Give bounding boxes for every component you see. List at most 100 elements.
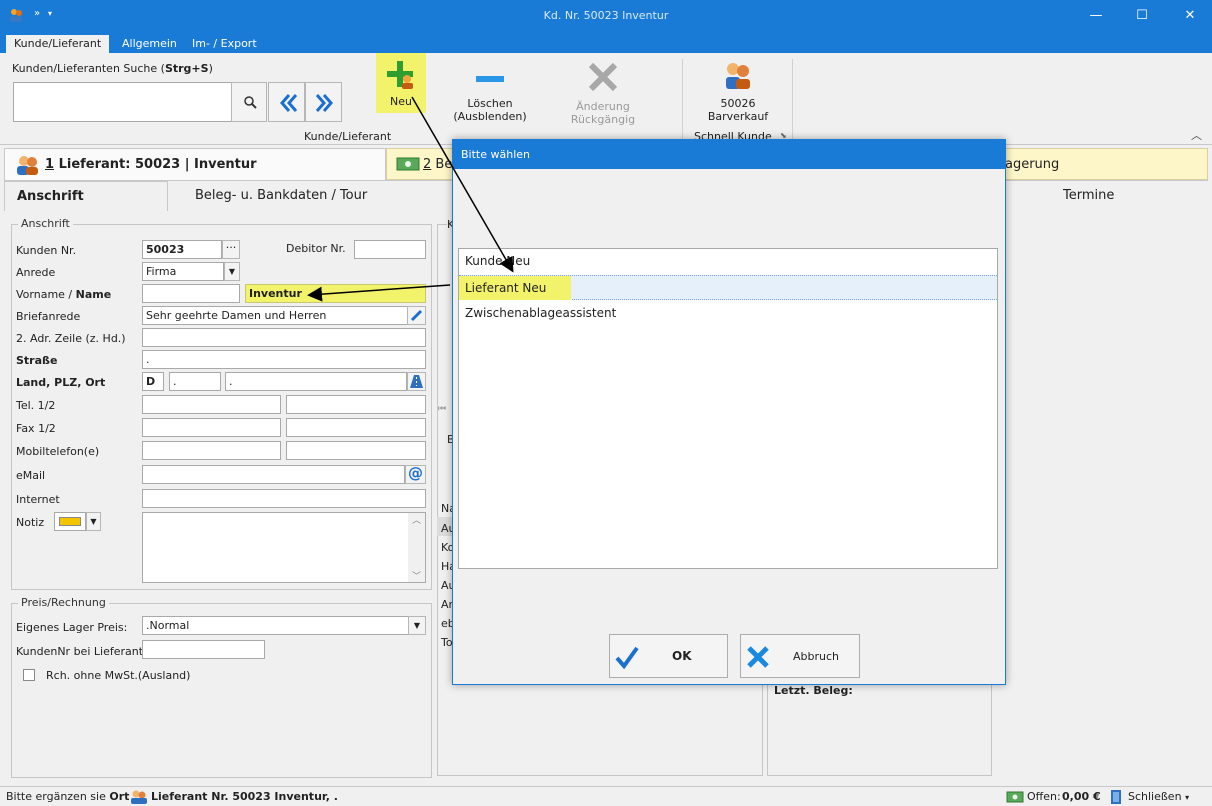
close-button[interactable]: Schließen ▾: [1128, 790, 1189, 803]
undo-change-button[interactable]: Änderung Rückgängig: [546, 57, 660, 126]
color-swatch: [59, 517, 81, 526]
maximize-button[interactable]: ☐: [1130, 6, 1154, 26]
dropdown-arrow-icon: ▼: [413, 621, 421, 630]
close-window-button[interactable]: ✕: [1178, 6, 1202, 26]
briefanrede-label: Briefanrede: [16, 310, 81, 323]
vorname-name-label: Vorname / Name: [16, 288, 112, 301]
strasse-field[interactable]: .: [142, 350, 426, 369]
at-sign-icon: @: [408, 464, 423, 482]
ribbon-tab-allgemein[interactable]: Allgemein: [114, 35, 185, 53]
adr2-label: 2. Adr. Zeile (z. Hd.): [16, 332, 126, 345]
previous-record-button[interactable]: [268, 82, 305, 122]
briefanrede-edit-button[interactable]: [407, 306, 426, 325]
checkmark-icon: [615, 646, 639, 670]
list-item-zwischenablage[interactable]: Zwischenablageassistent: [459, 301, 997, 326]
new-button-label: Neu: [390, 95, 412, 108]
cancel-x-icon: [747, 646, 769, 668]
record-tab-1-number: 1: [45, 157, 55, 172]
minus-icon: [476, 76, 504, 82]
window-title: Kd. Nr. 50023 Inventur: [543, 9, 669, 22]
cash-sale-button[interactable]: 50026 Barverkauf: [704, 57, 772, 123]
lager-preis-select[interactable]: .Normal: [142, 616, 410, 635]
kunden-nr-label: Kunden Nr.: [16, 244, 77, 257]
ok-button[interactable]: OK: [609, 634, 728, 678]
adr2-field[interactable]: [142, 328, 426, 347]
mobil1-field[interactable]: [142, 441, 281, 460]
notiz-color-picker[interactable]: [54, 512, 86, 531]
land-plz-ort-label: Land, PLZ, Ort: [16, 376, 106, 389]
name-field[interactable]: Inventur: [245, 284, 426, 303]
cash-sale-number: 50026: [720, 97, 756, 110]
record-tab-3-label[interactable]: agerung: [1005, 157, 1059, 172]
road-icon: [410, 375, 423, 388]
ribbon-tab-im-export[interactable]: Im- / Export: [184, 35, 265, 53]
search-button[interactable]: [231, 82, 267, 122]
x-cross-icon: [588, 62, 618, 92]
land-field[interactable]: D: [142, 372, 164, 391]
debitor-label: Debitor Nr.: [286, 242, 346, 255]
list-item-lieferant-neu[interactable]: Lieferant Neu: [459, 275, 997, 300]
email-label: eMail: [16, 469, 46, 482]
lager-preis-dropdown[interactable]: ▼: [408, 616, 426, 635]
briefanrede-field[interactable]: Sehr geehrte Damen und Herren: [142, 306, 408, 325]
record-tab-1[interactable]: 1 Lieferant: 50023 | Inventur: [4, 148, 386, 180]
tel2-field[interactable]: [286, 395, 426, 414]
kunden-nr-more-button[interactable]: ···: [222, 240, 240, 259]
delete-button[interactable]: Löschen (Ausblenden): [452, 61, 528, 123]
route-button[interactable]: [407, 372, 426, 391]
fax1-field[interactable]: [142, 418, 281, 437]
plz-field[interactable]: .: [169, 372, 221, 391]
choose-dialog: Bitte wählen Kunde Neu Lieferant Neu Zwi…: [452, 139, 1006, 685]
status-record: Lieferant Nr. 50023 Inventur, .: [151, 790, 338, 803]
cancel-button[interactable]: Abbruch: [740, 634, 860, 678]
ribbon-separator: [682, 59, 683, 141]
anrede-select[interactable]: Firma: [142, 262, 224, 281]
anrede-label: Anrede: [16, 266, 56, 279]
minimize-button[interactable]: —: [1084, 6, 1108, 26]
internet-label: Internet: [16, 493, 60, 506]
title-bar: » ▾ Kd. Nr. 50023 Inventur — ☐ ✕: [0, 0, 1212, 33]
fax2-field[interactable]: [286, 418, 426, 437]
kundennr-lieferant-field[interactable]: [142, 640, 265, 659]
anrede-dropdown-button[interactable]: ▼: [224, 262, 240, 281]
preis-group-title: Preis/Rechnung: [18, 596, 109, 609]
next-record-button[interactable]: [305, 82, 342, 122]
notiz-textarea[interactable]: [142, 512, 426, 583]
ribbon-tab-kunde-lieferant[interactable]: Kunde/Lieferant: [6, 35, 110, 53]
kunden-nr-field[interactable]: 50023: [142, 240, 222, 259]
list-item-kunde-neu[interactable]: Kunde Neu: [459, 249, 997, 274]
ort-field[interactable]: .: [225, 372, 407, 391]
debitor-field[interactable]: [354, 240, 426, 259]
collapse-ribbon-icon[interactable]: ︿: [1191, 127, 1202, 143]
first-record-icon[interactable]: ⏮: [438, 404, 452, 422]
email-send-button[interactable]: @: [405, 465, 426, 484]
internet-field[interactable]: [142, 489, 426, 508]
notiz-color-dropdown[interactable]: ▼: [86, 512, 101, 531]
money-status-icon: [1006, 791, 1024, 803]
offen-value: 0,00 €: [1062, 790, 1101, 803]
supplier-icon: [17, 156, 38, 175]
tel1-field[interactable]: [142, 395, 281, 414]
new-button[interactable]: Neu: [376, 53, 426, 113]
record-tab-2-number: 2: [423, 157, 432, 172]
dialog-title: Bitte wählen: [453, 140, 1005, 169]
kundennr-lieferant-label: KundenNr bei Lieferant:: [16, 645, 147, 658]
scroll-up-icon[interactable]: ︿: [408, 513, 425, 526]
search-input[interactable]: [13, 82, 232, 122]
status-bar: Bitte ergänzen sie Ort Lieferant Nr. 500…: [0, 786, 1212, 806]
cancel-button-label: Abbruch: [793, 650, 840, 663]
subtab-beleg[interactable]: Beleg- u. Bankdaten / Tour: [195, 188, 367, 203]
subtab-termine[interactable]: Termine: [1063, 188, 1114, 203]
magnifier-icon: [244, 96, 257, 109]
subtab-anschrift[interactable]: Anschrift: [4, 181, 168, 211]
mwst-label: Rch. ohne MwSt.(Ausland): [46, 669, 191, 682]
vorname-field[interactable]: [142, 284, 240, 303]
mwst-checkbox[interactable]: [23, 669, 35, 681]
mobil2-field[interactable]: [286, 441, 426, 460]
notiz-scrollbar[interactable]: ︿ ﹀: [408, 513, 425, 582]
middle-rows: Na Au Ko Ha Au An eb To: [437, 497, 456, 651]
status-hint: Bitte ergänzen sie Ort: [6, 790, 130, 803]
email-field[interactable]: [142, 465, 405, 484]
strasse-label: Straße: [16, 354, 58, 367]
scroll-down-icon[interactable]: ﹀: [408, 569, 425, 582]
